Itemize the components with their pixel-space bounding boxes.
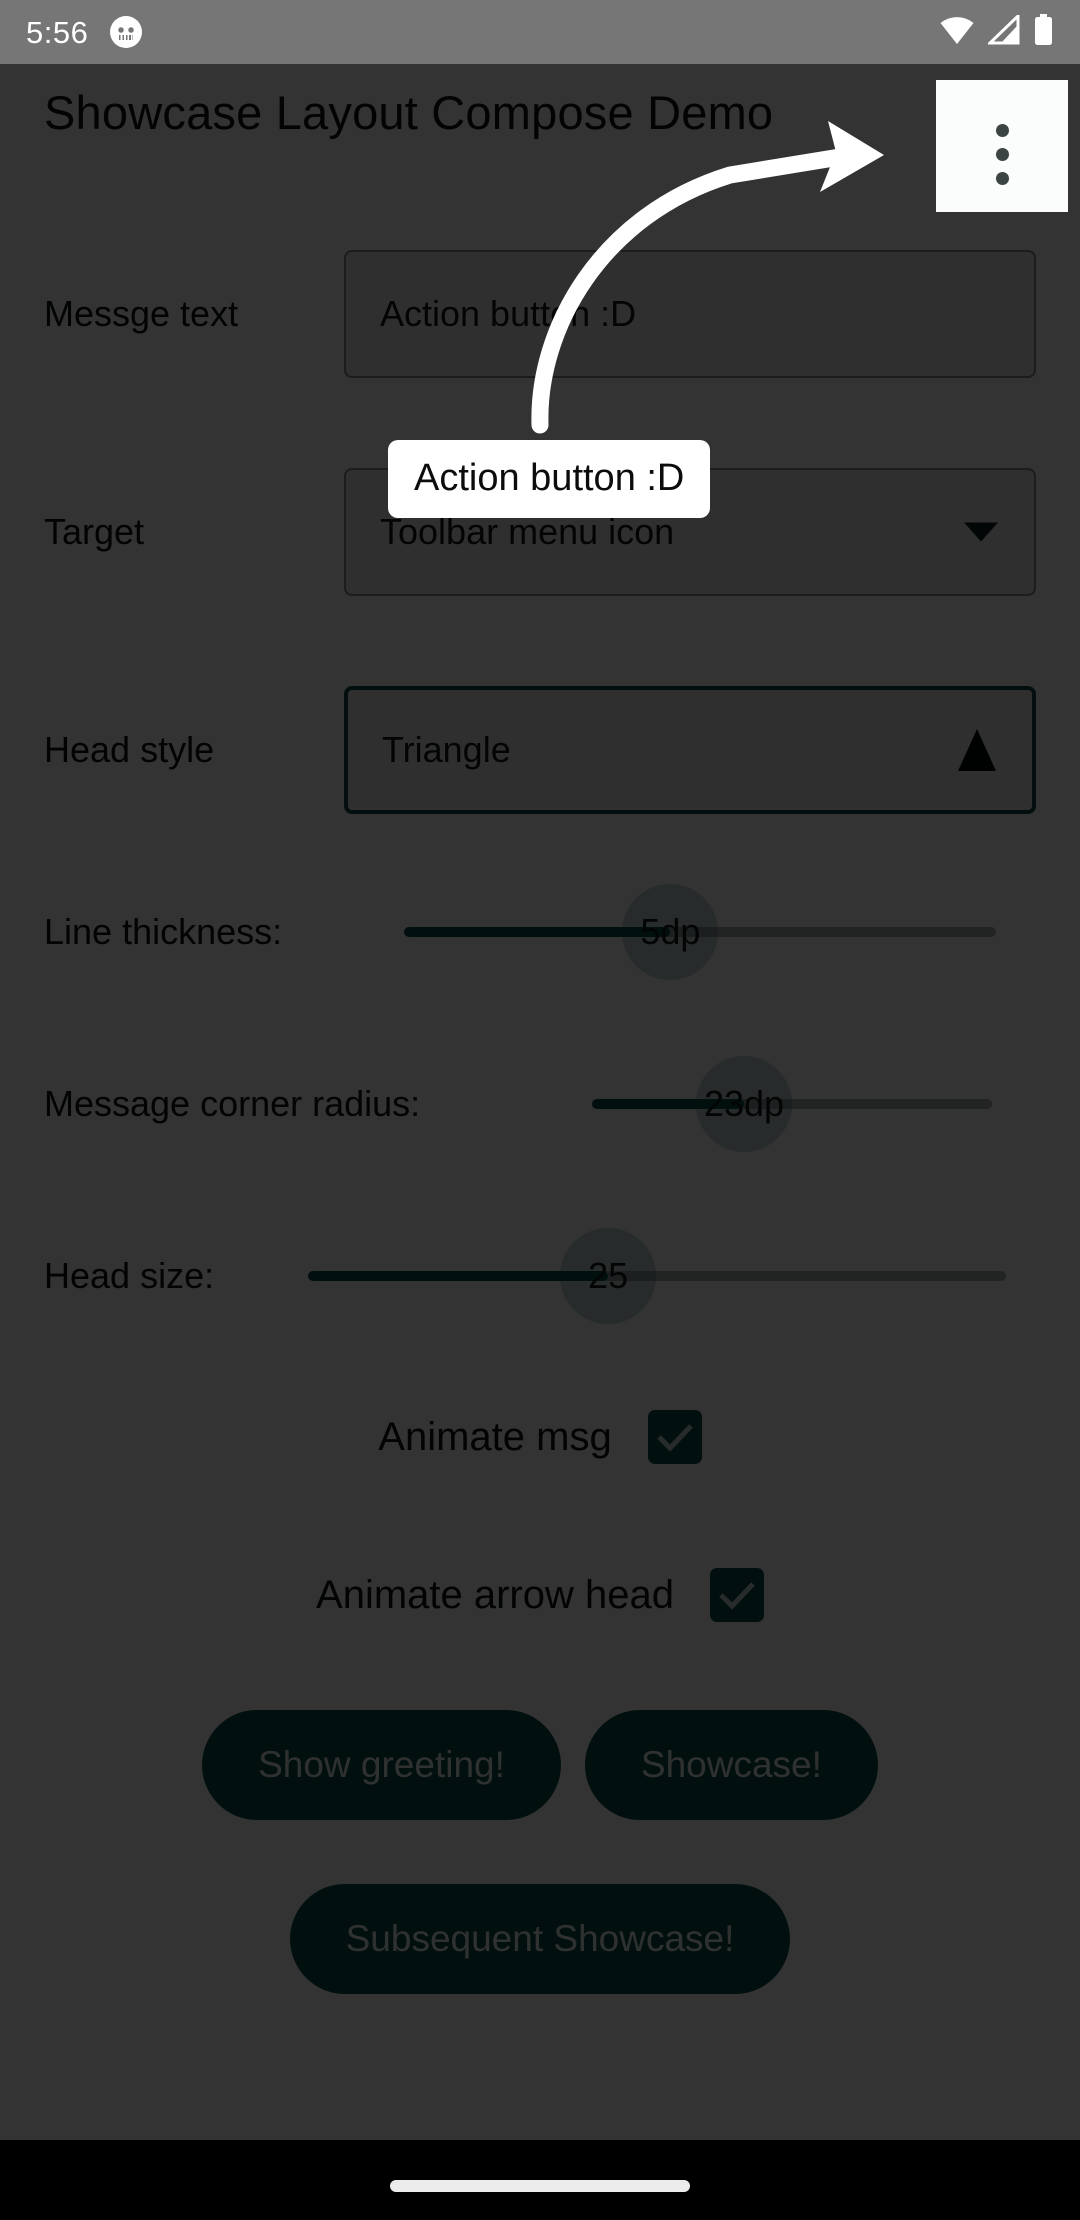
message-text-label: Messge text — [44, 293, 239, 334]
head-style-dropdown[interactable]: Triangle — [344, 686, 1036, 814]
check-icon — [656, 1424, 693, 1452]
message-text-row: Messge text Action button :D — [44, 250, 1036, 378]
app-bar: Showcase Layout Compose Demo — [0, 64, 1080, 234]
head-style-label: Head style — [44, 729, 215, 770]
head-size-value: 25 — [588, 1255, 629, 1296]
navigation-bar — [0, 2140, 1080, 2220]
animate-arrow-head-row[interactable]: Animate arrow head — [44, 1568, 1036, 1622]
slider-thumb[interactable]: 25 — [560, 1228, 657, 1324]
message-corner-radius-value: 23dp — [703, 1083, 785, 1124]
head-size-row: Head size: 25 — [44, 1216, 1036, 1336]
head-size-label: Head size: — [44, 1255, 215, 1296]
check-icon — [719, 1582, 755, 1610]
animate-arrow-head-checkbox[interactable] — [709, 1568, 764, 1622]
head-style-row: Head style Triangle — [44, 686, 1036, 814]
slider-thumb[interactable]: 5dp — [622, 884, 719, 980]
line-thickness-label: Line thickness: — [44, 911, 283, 952]
message-text-value: Action button :D — [380, 293, 637, 334]
slider-thumb[interactable]: 23dp — [696, 1056, 792, 1152]
chevron-down-icon — [964, 522, 998, 542]
showcase-tooltip-text: Action button :D — [414, 457, 685, 499]
animate-msg-label: Animate msg — [378, 1414, 612, 1459]
animate-arrow-head-label: Animate arrow head — [316, 1572, 674, 1617]
message-corner-radius-label: Message corner radius: — [44, 1083, 421, 1124]
phone-screen: 5:56 Showcase Layout Compose Demo Messge… — [0, 0, 1080, 2220]
action-buttons-row: Show greeting! Showcase! — [44, 1710, 1036, 1820]
overflow-menu-icon-highlighted — [996, 124, 1009, 185]
showcase-tooltip: Action button :D — [388, 440, 711, 518]
status-bar-clock: 5:56 — [26, 14, 89, 50]
head-style-value: Triangle — [382, 729, 511, 770]
message-corner-radius-slider[interactable]: 23dp — [592, 1044, 992, 1164]
cellular-signal-icon — [986, 11, 1020, 50]
line-thickness-value: 5dp — [640, 911, 701, 952]
subsequent-showcase-row: Subsequent Showcase! — [44, 1884, 1036, 1994]
subsequent-showcase-button[interactable]: Subsequent Showcase! — [289, 1884, 791, 1994]
animate-msg-row[interactable]: Animate msg — [44, 1410, 1036, 1464]
head-size-slider[interactable]: 25 — [308, 1216, 1006, 1336]
wifi-icon — [939, 15, 975, 50]
status-bar-icons — [939, 11, 1054, 51]
message-corner-radius-row: Message corner radius: 23dp — [44, 1044, 1036, 1164]
status-bar: 5:56 — [0, 0, 1080, 64]
message-text-input[interactable]: Action button :D — [344, 250, 1036, 378]
home-gesture-pill[interactable] — [390, 2180, 690, 2192]
app-content: Showcase Layout Compose Demo Messge text… — [0, 64, 1080, 2140]
target-label: Target — [44, 511, 145, 552]
line-thickness-slider[interactable]: 5dp — [404, 872, 996, 992]
show-greeting-button[interactable]: Show greeting! — [202, 1710, 561, 1820]
battery-icon — [1033, 13, 1054, 51]
line-thickness-row: Line thickness: 5dp — [44, 872, 1036, 992]
showcase-button[interactable]: Showcase! — [584, 1710, 878, 1820]
triangle-up-icon — [958, 729, 996, 771]
android-robot-icon — [110, 16, 143, 48]
animate-msg-checkbox[interactable] — [647, 1410, 702, 1464]
page-title: Showcase Layout Compose Demo — [44, 86, 774, 139]
